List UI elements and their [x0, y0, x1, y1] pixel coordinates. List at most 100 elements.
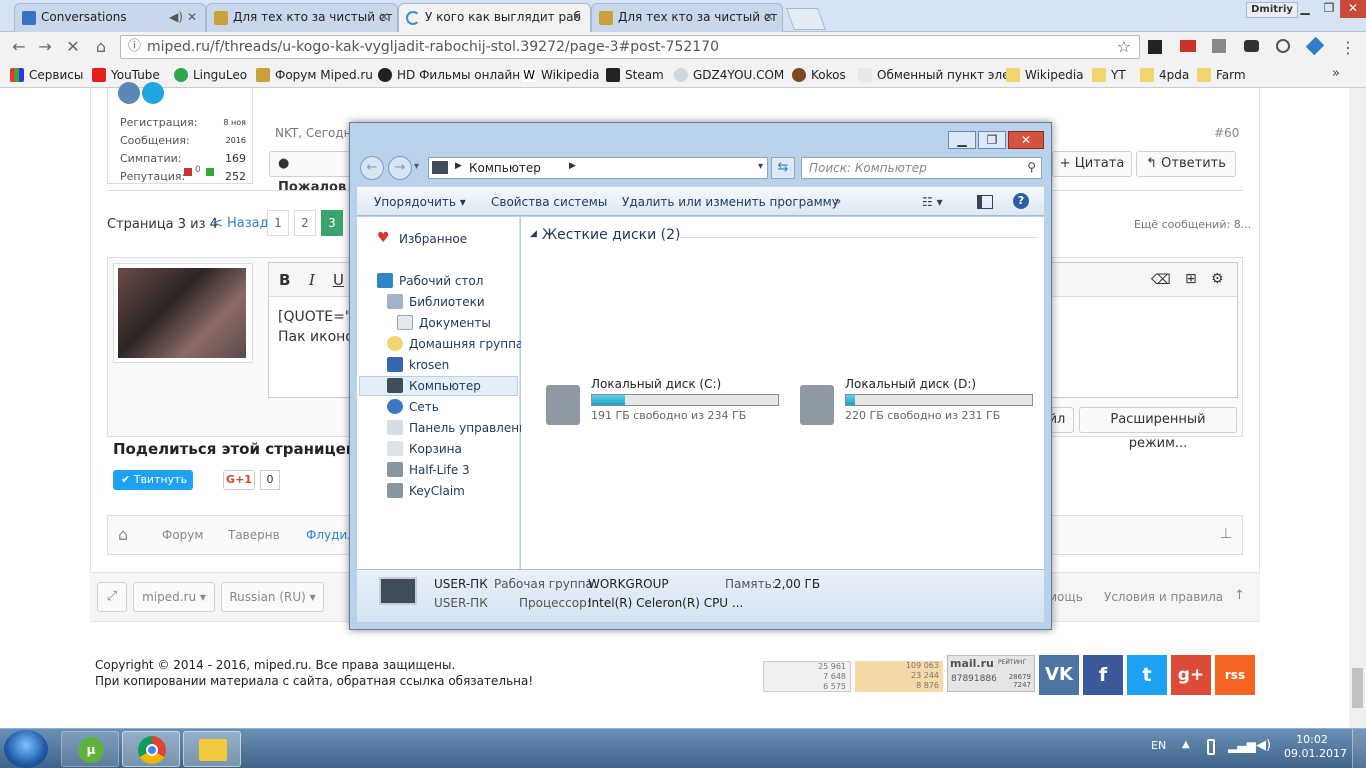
settings-icon[interactable]: ⚙ — [1211, 271, 1224, 287]
explorer-address-input[interactable]: ▶ Компьютер ▶ ▾ — [428, 157, 768, 179]
nav-user[interactable]: krosen — [387, 357, 449, 373]
maximize-icon[interactable]: ❐ — [978, 131, 1006, 149]
extension-icon[interactable] — [1276, 39, 1290, 53]
close-tab-icon[interactable]: ✕ — [187, 4, 197, 31]
italic-button[interactable]: I — [309, 271, 315, 289]
more-bookmarks-icon[interactable]: » — [1332, 66, 1340, 81]
home-icon[interactable]: ⌂ — [90, 37, 112, 57]
prev-page-link[interactable]: < Назад — [212, 216, 269, 231]
chevron-down-icon[interactable]: ▾ — [414, 161, 419, 172]
extension-icon[interactable] — [1148, 40, 1162, 54]
nav-recycle-bin[interactable]: Корзина — [387, 441, 462, 457]
cube-icon[interactable] — [1212, 39, 1226, 53]
scrollbar-thumb[interactable] — [1352, 668, 1363, 708]
fullscreen-icon[interactable]: ⤢ — [97, 582, 127, 612]
show-desktop-button[interactable] — [1352, 729, 1366, 768]
minimize-icon[interactable]: ▁ — [1292, 0, 1318, 18]
skype-icon[interactable] — [142, 82, 164, 104]
clock[interactable]: 10:02 09.01.2017 — [1284, 733, 1347, 761]
preview-pane-icon[interactable] — [977, 195, 993, 209]
quote-button[interactable]: + Цитата — [1052, 151, 1132, 177]
gplus-share-button[interactable]: g+ — [1171, 655, 1211, 695]
tab-miped-2[interactable]: Для тех кто за чистый ст ✕ — [591, 3, 783, 32]
menu-icon[interactable]: ⋮ — [1340, 38, 1356, 57]
bookmark-folder-farm[interactable]: Farm — [1197, 67, 1246, 83]
extension-icon[interactable] — [1244, 40, 1259, 52]
media-icon[interactable]: ⊞ — [1185, 271, 1197, 287]
post-number[interactable]: #60 — [1214, 126, 1239, 140]
bold-button[interactable]: B — [279, 271, 290, 289]
nav-desktop[interactable]: Рабочий стол — [377, 273, 483, 289]
help-icon[interactable]: ? — [1013, 193, 1029, 209]
bookmark-miped[interactable]: Форум Miped.ru — [256, 67, 373, 83]
counter-liveinternet[interactable]: 25 961 7 648 6 575 — [763, 661, 851, 692]
twitter-button[interactable]: t — [1127, 655, 1167, 695]
tray-expand-icon[interactable]: ▲ — [1182, 739, 1190, 750]
tweet-button[interactable]: ✔ Твитнуть — [113, 470, 193, 490]
close-tab-icon[interactable]: ✕ — [572, 4, 582, 31]
bookmark-hd-films[interactable]: HD Фильмы онлайн — [378, 67, 520, 83]
battery-icon[interactable] — [1207, 739, 1215, 755]
close-tab-icon[interactable]: ✕ — [764, 4, 774, 31]
style-chooser[interactable]: miped.ru ▾ — [133, 582, 215, 612]
speaker-icon[interactable]: ◀) — [169, 4, 183, 31]
bookmark-exchange[interactable]: Обменный пункт эле — [858, 67, 1010, 83]
bookmark-gdz[interactable]: GDZ4YOU.COM — [674, 67, 784, 83]
page-2[interactable]: 2 — [294, 210, 316, 236]
rss-button[interactable]: rss — [1215, 655, 1255, 695]
uninstall-program-button[interactable]: Удалить или изменить программу — [622, 195, 839, 209]
volume-icon[interactable]: ◀) — [1256, 738, 1271, 753]
scroll-top-icon[interactable]: ↑ — [1234, 588, 1245, 603]
system-properties-button[interactable]: Свойства системы — [491, 195, 607, 209]
sitemap-icon[interactable]: ⊥ — [1220, 526, 1232, 542]
signal-icon[interactable]: ▂▄▆ — [1228, 739, 1256, 753]
gplus-button[interactable]: G+1 — [223, 470, 255, 490]
close-window-icon[interactable]: ✕ — [1008, 131, 1044, 149]
report-button[interactable]: ● Пожалов — [269, 151, 351, 195]
profile-name[interactable]: Dmitriy — [1246, 2, 1298, 18]
tab-miped-active[interactable]: У кого как выглядит раб ✕ — [398, 3, 591, 33]
maximize-icon[interactable]: ❐ — [1316, 0, 1342, 18]
breadcrumb-tavern[interactable]: Тавернв — [228, 528, 280, 542]
nav-homegroup[interactable]: Домашняя группа — [387, 336, 523, 352]
tab-miped-1[interactable]: Для тех кто за чистый ст ✕ — [206, 3, 398, 32]
reply-button[interactable]: ↰ Ответить — [1136, 151, 1236, 177]
terms-link[interactable]: Условия и правила — [1104, 590, 1223, 604]
nav-control-panel[interactable]: Панель управления — [387, 420, 534, 436]
back-icon[interactable]: ← — [8, 37, 30, 57]
collapse-icon[interactable]: ◢ — [530, 229, 537, 239]
nav-folder-halflife[interactable]: Half-Life 3 — [387, 462, 470, 478]
forward-icon[interactable]: → — [34, 37, 56, 57]
taskbar-explorer[interactable] — [183, 731, 241, 767]
eraser-icon[interactable]: ⌫ — [1151, 272, 1171, 288]
language-chooser[interactable]: Russian (RU) ▾ — [221, 582, 324, 612]
breadcrumb-forum[interactable]: Форум — [162, 528, 203, 542]
avatar[interactable] — [118, 268, 246, 358]
explorer-search-input[interactable]: Поиск: Компьютер ⚲ — [801, 157, 1042, 179]
reputation-negative-icon[interactable] — [184, 168, 192, 176]
new-tab-button[interactable] — [785, 8, 827, 30]
nav-libraries[interactable]: Библиотеки — [387, 294, 485, 310]
bookmark-apps[interactable]: Сервисы — [10, 67, 83, 83]
forward-icon[interactable]: → — [388, 156, 412, 180]
bookmark-steam[interactable]: Steam — [606, 67, 664, 83]
more-posts[interactable]: Ещё сообщений: 8... — [1134, 218, 1251, 231]
tab-conversations[interactable]: Conversations ◀) ✕ — [14, 3, 206, 32]
back-icon[interactable]: ← — [360, 156, 384, 180]
more-toolbar-button[interactable]: » — [834, 194, 841, 208]
reputation-positive-icon[interactable] — [206, 168, 214, 176]
close-window-icon[interactable]: ✕ — [1340, 0, 1366, 18]
vk-icon[interactable] — [118, 82, 140, 104]
start-button[interactable] — [4, 730, 48, 768]
chevron-right-icon[interactable]: ▶ — [569, 161, 576, 171]
search-icon[interactable]: ⚲ — [1027, 160, 1036, 174]
organize-button[interactable]: Упорядочить ▾ — [374, 195, 466, 209]
bookmark-folder-yt[interactable]: YT — [1092, 67, 1126, 83]
page-scrollbar[interactable] — [1349, 88, 1366, 728]
page-3-current[interactable]: 3 — [321, 210, 343, 236]
advanced-mode-button[interactable]: Расширенный режим... — [1079, 407, 1237, 451]
bookmark-folder-wikipedia[interactable]: Wikipedia — [1006, 67, 1084, 83]
nav-computer[interactable]: Компьютер — [387, 378, 481, 394]
nav-favorites[interactable]: ♥ Избранное — [377, 231, 467, 247]
underline-button[interactable]: U — [333, 271, 344, 289]
